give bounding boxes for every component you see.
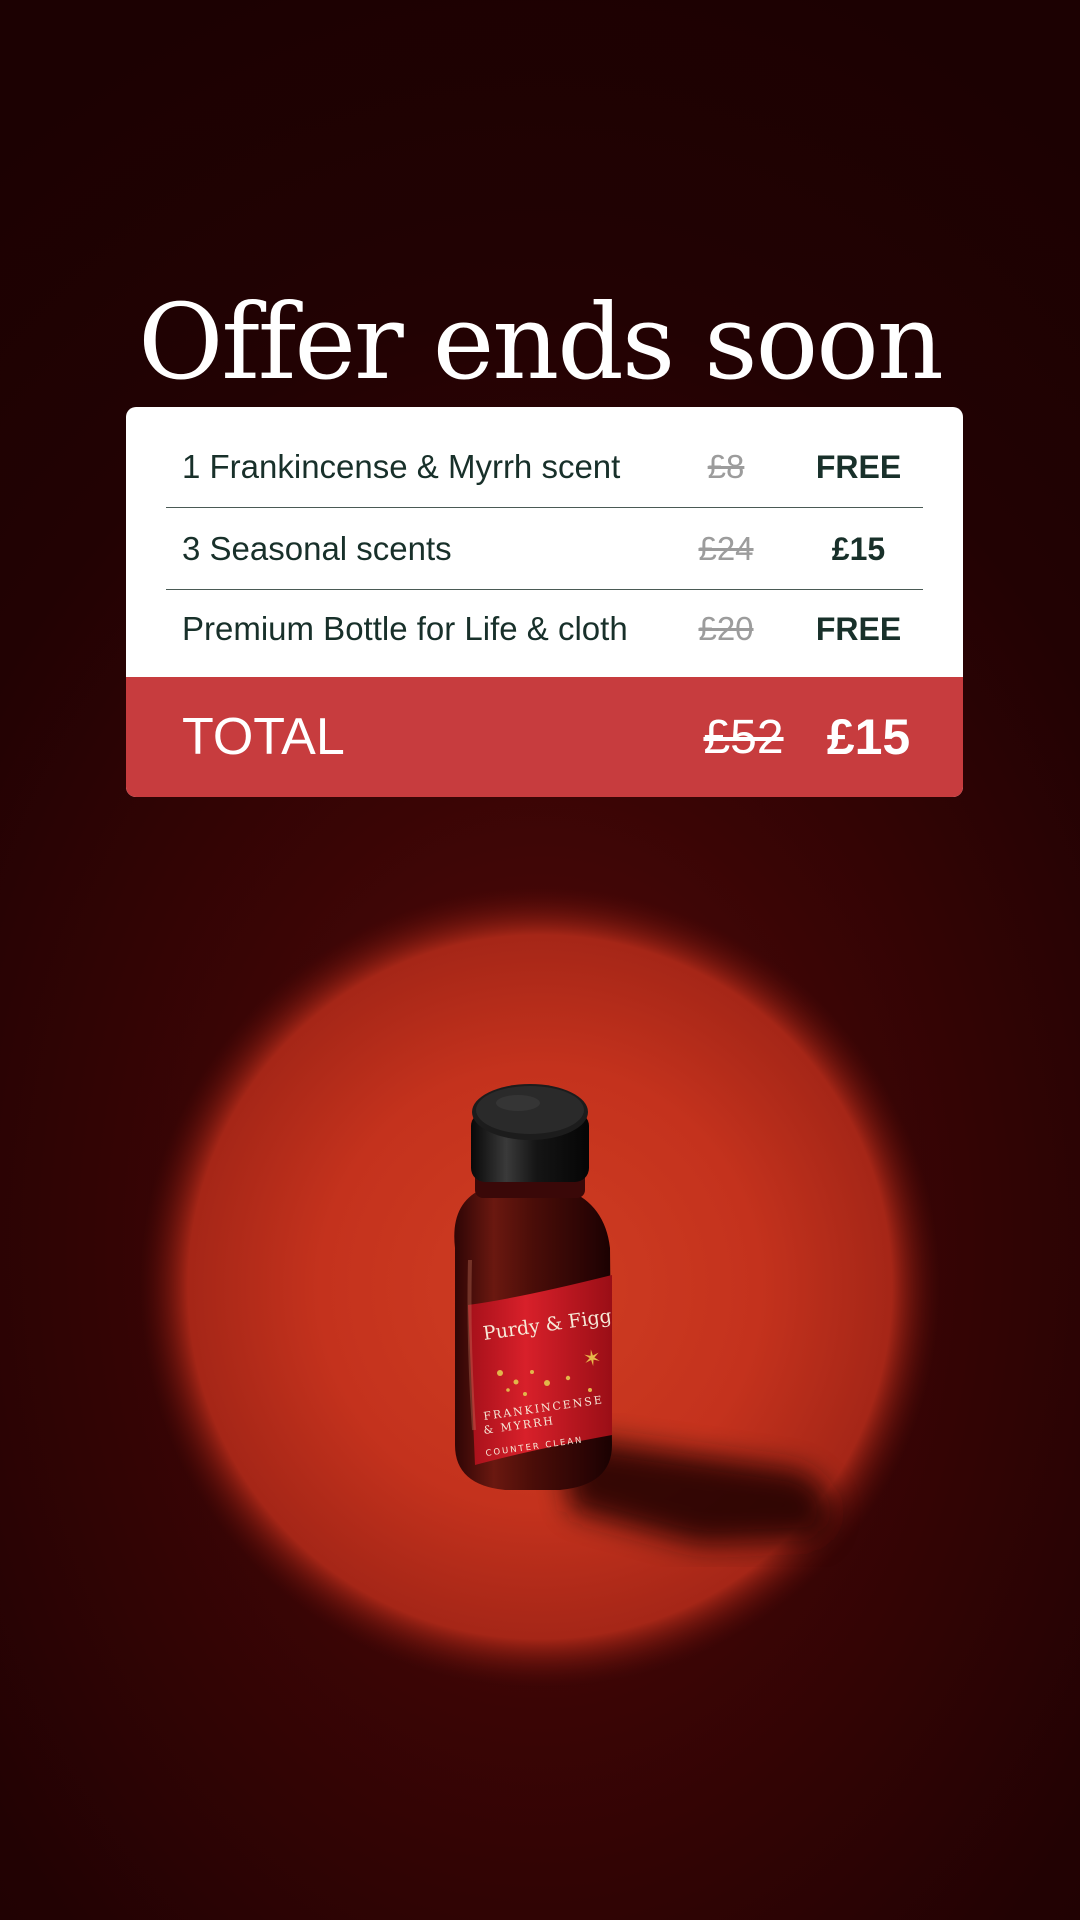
total-original-price: £52 <box>703 710 784 764</box>
item-offer-price: FREE <box>815 610 902 647</box>
offer-row: 1 Frankincense & Myrrh scent £8 FREE <box>166 427 923 508</box>
item-offer-price: FREE <box>815 448 902 485</box>
product-photo: Purdy & Figg ✶ FRANKINCENSE & MYRRH COUN… <box>140 887 940 1687</box>
offer-card: 1 Frankincense & Myrrh scent £8 FREE 3 S… <box>126 407 963 797</box>
item-original-price: £8 <box>707 448 745 485</box>
bottle: Purdy & Figg ✶ FRANKINCENSE & MYRRH COUN… <box>454 1168 613 1490</box>
total-offer-price: £15 <box>826 709 911 765</box>
total-label: TOTAL <box>182 708 345 766</box>
item-name: Premium Bottle for Life & cloth <box>182 610 628 647</box>
offer-row: Premium Bottle for Life & cloth £20 FREE <box>166 589 923 669</box>
item-name: 1 Frankincense & Myrrh scent <box>182 448 621 485</box>
item-name: 3 Seasonal scents <box>182 530 452 567</box>
item-original-price: £20 <box>698 610 754 647</box>
headline: Offer ends soon <box>138 280 944 403</box>
item-original-price: £24 <box>698 530 754 567</box>
bottle-cap <box>471 1084 589 1182</box>
total-bar: TOTAL £52 £15 <box>126 677 963 797</box>
offer-ad: Offer ends soon 1 Frankincense & Myrrh s… <box>0 0 1080 1920</box>
item-offer-price: £15 <box>831 530 886 567</box>
star-icon: ✶ <box>581 1346 603 1373</box>
offer-row: 3 Seasonal scents £24 £15 <box>166 509 923 590</box>
